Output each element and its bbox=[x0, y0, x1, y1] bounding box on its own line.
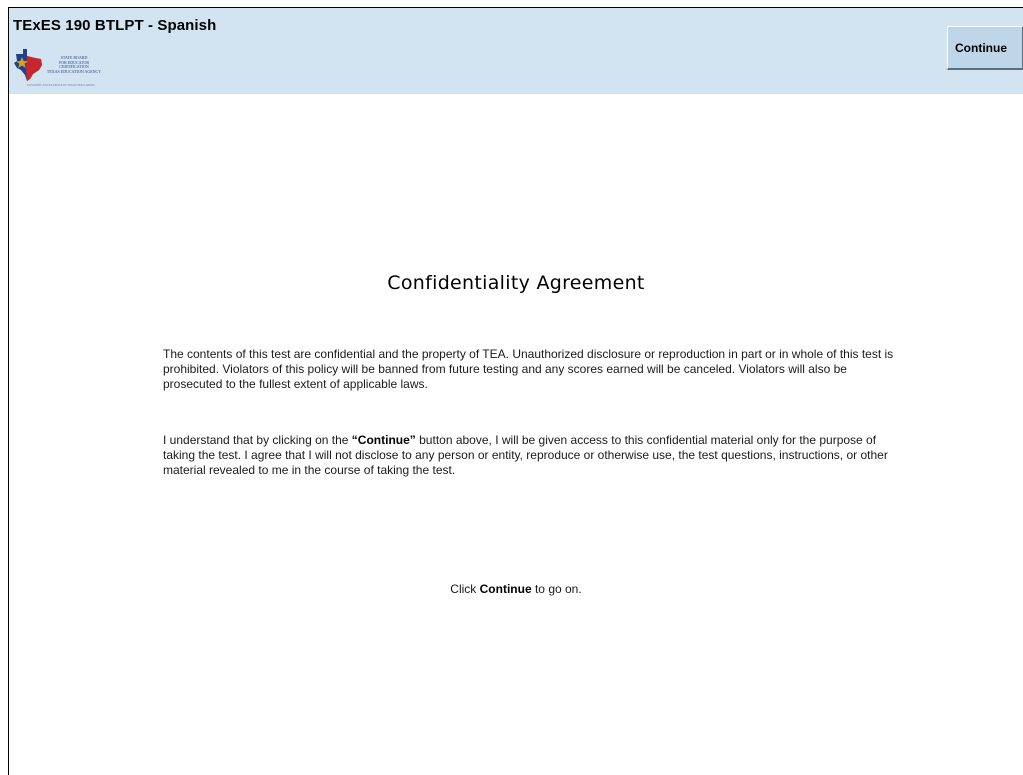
instruction-keyword: Continue bbox=[479, 582, 532, 596]
agreement-paragraph: I understand that by clicking on the “Co… bbox=[163, 433, 903, 479]
continue-instruction: Click Continue to go on. bbox=[9, 582, 1023, 596]
header-bar: TExES 190 BTLPT - Spanish STATE BOARD FO… bbox=[9, 8, 1023, 94]
instruction-end: to go on. bbox=[531, 582, 582, 596]
agreement-text-start: I understand that by clicking on the bbox=[163, 433, 352, 447]
logo-tagline: ENSURING EXCELLENCE IN TEXAS EDUCATION bbox=[27, 83, 95, 87]
app-title: TExES 190 BTLPT - Spanish bbox=[13, 17, 217, 34]
page-title: Confidentiality Agreement bbox=[387, 272, 645, 294]
sbec-tea-logo: STATE BOARD FOR EDUCATOR CERTIFICATION T… bbox=[13, 44, 109, 94]
test-window: TExES 190 BTLPT - Spanish STATE BOARD FO… bbox=[8, 7, 1023, 775]
logo-text: STATE BOARD FOR EDUCATOR CERTIFICATION T… bbox=[46, 55, 102, 74]
instruction-start: Click bbox=[450, 582, 480, 596]
continue-keyword: “Continue” bbox=[351, 433, 416, 447]
continue-button[interactable]: Continue bbox=[947, 26, 1023, 70]
confidentiality-paragraph: The contents of this test are confidenti… bbox=[163, 347, 894, 392]
